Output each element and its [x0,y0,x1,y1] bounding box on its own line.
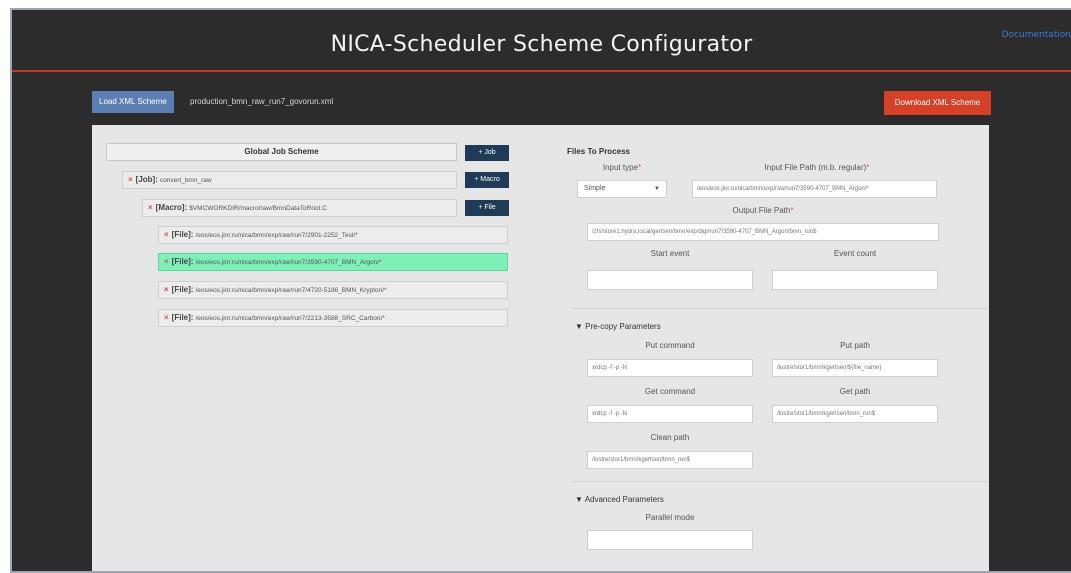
node-kind: [File]: [171,285,194,294]
clean-path-input[interactable]: /lustre/stor1/bmn/kgertsen/bmn_run$ [587,451,753,469]
output-path-label: Output File Path* [732,206,794,215]
input-path-field[interactable]: /eos/eos.jinr.ru/nica/bmn/exp/raw/run7/3… [692,180,937,198]
parallel-mode-label: Parallel mode [645,513,695,522]
input-type-label: Input type* [602,163,642,172]
add-job-button[interactable]: + Job [465,145,509,161]
loaded-file-name: production_bmn_raw_run7_govorun.xml [190,97,334,106]
parallel-mode-input[interactable] [587,530,753,550]
page-title: NICA-Scheduler Scheme Configurator [330,32,753,57]
file-node-selected[interactable]: × [File]:/eos/eos.jinr.ru/nica/bmn/exp/ra… [158,253,508,271]
remove-icon[interactable]: × [164,285,169,294]
put-path-input[interactable]: /lustre/stor1/bmn/kgertsen/${file_name} [772,359,938,377]
remove-icon[interactable]: × [164,230,169,239]
node-value: $VMCWORKDIR/macro/raw/BmnDataToRoot.C [189,205,327,212]
get-command-label: Get command [644,387,696,396]
remove-icon[interactable]: × [128,175,133,184]
remove-icon[interactable]: × [148,203,153,212]
add-file-button[interactable]: + File [465,200,509,216]
start-event-input[interactable] [587,270,753,290]
output-path-field[interactable]: /zfs/store1.hydra.local/gertsen/bmn/exp/… [587,223,939,241]
chevron-down-icon: ▼ [654,186,660,192]
node-value: convert_bmn_raw [159,177,212,184]
app-window: Documentation NICA-Scheduler Scheme Conf… [10,8,1071,573]
node-value: /eos/eos.jinr.ru/nica/bmn/exp/raw/run7/2… [195,315,385,322]
node-kind: [File]: [171,313,194,322]
file-node[interactable]: × [File]:/eos/eos.jinr.ru/nica/bmn/exp/ra… [158,281,508,299]
node-value: /eos/eos.jinr.ru/nica/bmn/exp/raw/run7/4… [195,287,387,294]
macro-node[interactable]: × [Macro]: $VMCWORKDIR/macro/raw/BmnDataTo… [142,199,457,217]
put-command-label: Put command [645,341,695,350]
remove-icon[interactable]: × [164,313,169,322]
input-path-label: Input File Path (m.b. regular)* [764,163,870,172]
get-path-label: Get path [839,387,871,396]
download-xml-button[interactable]: Download XML Scheme [884,91,991,115]
files-to-process-title: Files To Process [567,147,630,156]
get-path-input[interactable]: /lustre/stor1/bmn/kgertsen/bmn_run$ [772,405,938,423]
advanced-toggle[interactable]: ▼ Advanced Parameters [575,495,664,504]
event-count-label: Event count [833,249,877,258]
file-node[interactable]: × [File]:/eos/eos.jinr.ru/nica/bmn/exp/ra… [158,226,508,244]
event-count-input[interactable] [772,270,938,290]
remove-icon[interactable]: × [164,257,169,266]
load-xml-button[interactable]: Load XML Scheme [92,91,174,113]
node-value: /eos/eos.jinr.ru/nica/bmn/exp/raw/run7/2… [195,232,358,239]
section-divider [572,308,989,309]
get-command-input[interactable]: xrdcp -f -p -N [587,405,753,423]
file-node[interactable]: × [File]:/eos/eos.jinr.ru/nica/bmn/exp/ra… [158,309,508,327]
node-kind: [File]: [171,230,194,239]
node-value: /eos/eos.jinr.ru/nica/bmn/exp/raw/run7/3… [195,259,382,266]
input-type-select[interactable]: Simple ▼ [577,180,667,198]
node-kind: [Job]: [135,175,158,184]
add-macro-button[interactable]: + Macro [465,172,509,188]
section-divider [572,481,989,482]
node-kind: [Macro]: [155,203,188,212]
node-kind: [File]: [171,257,194,266]
clean-path-label: Clean path [650,433,690,442]
title-divider [12,70,1071,72]
job-node[interactable]: × [Job]: convert_bmn_raw [122,171,457,189]
put-path-label: Put path [840,341,870,350]
put-command-input[interactable]: xrdcp -f -p -N [587,359,753,377]
tree-header: Global Job Scheme [106,143,457,161]
precopy-toggle[interactable]: ▼ Pre-copy Parameters [575,322,661,331]
configurator-panel: Global Job Scheme + Job × [Job]: convert_b… [92,125,989,571]
start-event-label: Start event [650,249,690,258]
